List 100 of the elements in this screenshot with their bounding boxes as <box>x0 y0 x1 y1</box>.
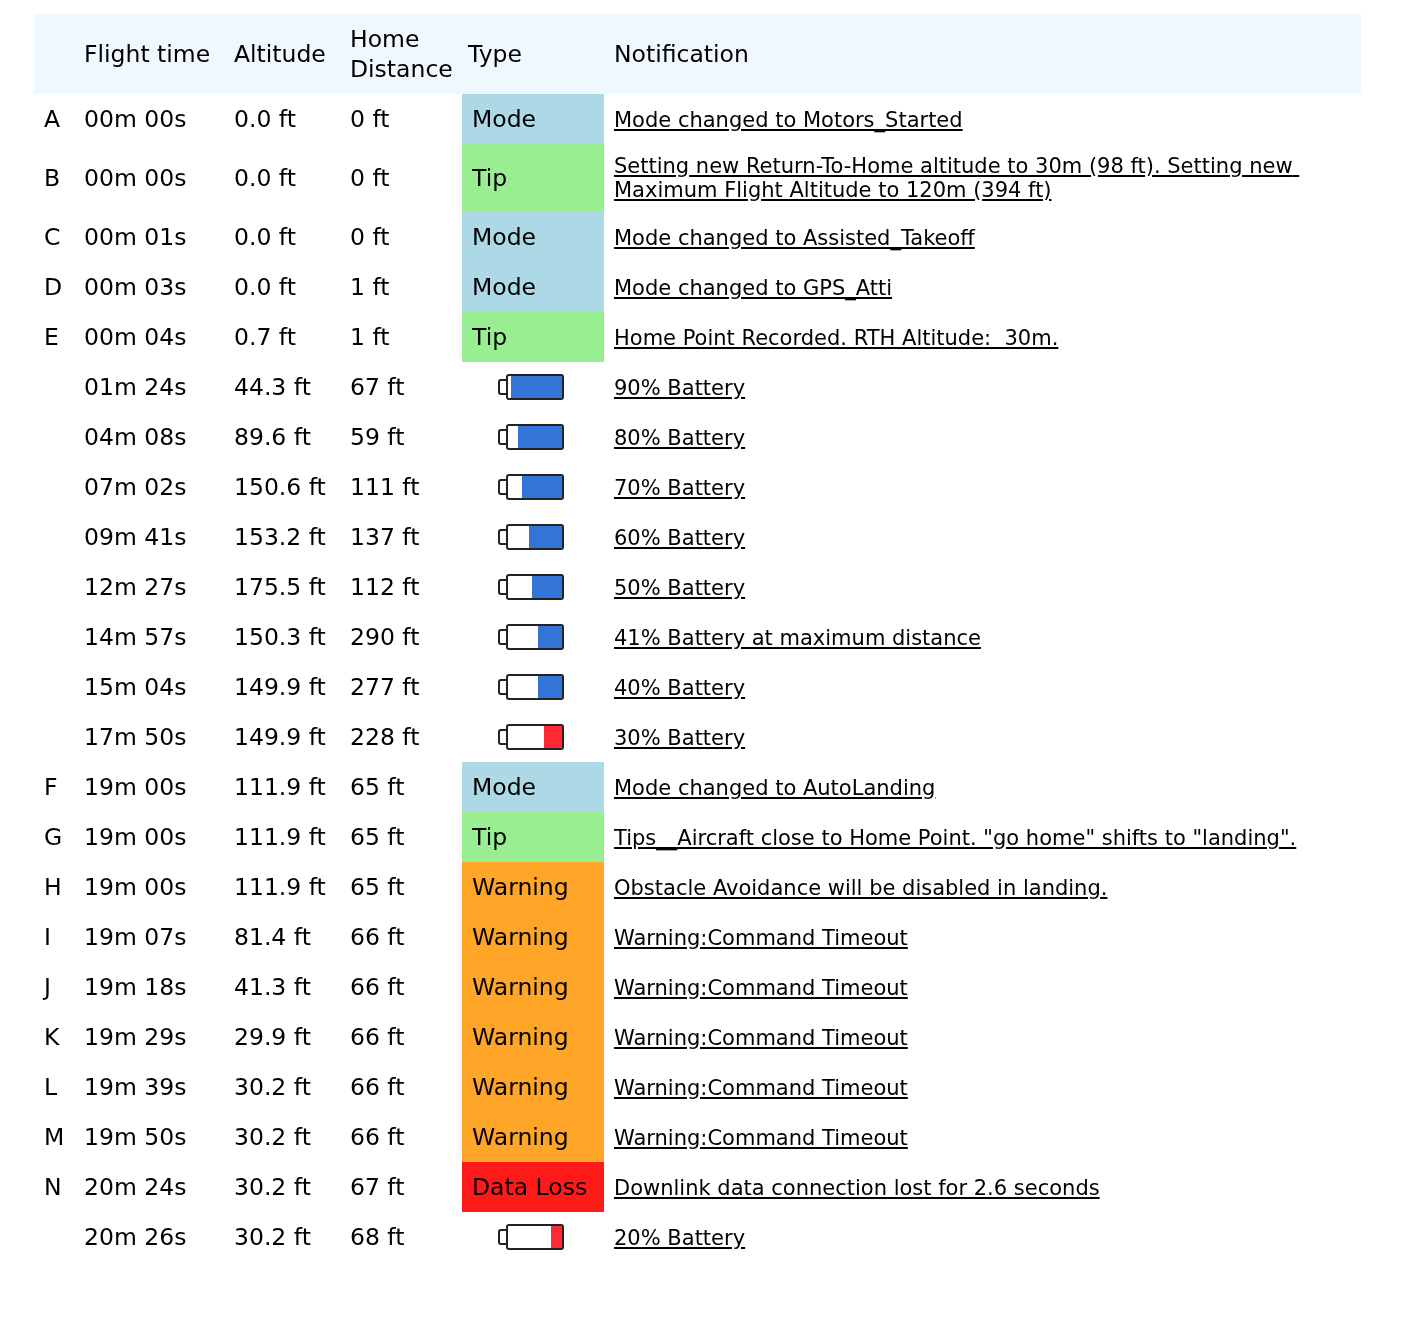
home-distance: 112 ft <box>350 573 420 601</box>
altitude: 89.6 ft <box>234 423 311 451</box>
flight-time: 19m 39s <box>84 1073 187 1101</box>
flight-time: 19m 00s <box>84 823 187 851</box>
flight-time: 00m 01s <box>84 223 187 251</box>
flight-time: 12m 27s <box>84 573 187 601</box>
type-label: Warning <box>462 1112 604 1162</box>
notification-link[interactable]: Warning:Command Timeout <box>614 926 908 950</box>
notification-link[interactable]: 50% Battery <box>614 576 746 600</box>
home-distance: 59 ft <box>350 423 405 451</box>
notification-link[interactable]: Downlink data connection lost for 2.6 seconds <box>614 1176 1100 1200</box>
notification-link[interactable]: Warning:Command Timeout <box>614 1026 908 1050</box>
row-marker: H <box>44 873 62 901</box>
home-distance: 68 ft <box>350 1223 405 1251</box>
notification-link[interactable]: 20% Battery <box>614 1226 746 1250</box>
notification-link[interactable]: Warning:Command Timeout <box>614 1126 908 1150</box>
home-distance: 65 ft <box>350 823 405 851</box>
notification-link[interactable]: 80% Battery <box>614 426 746 450</box>
notification-link[interactable]: Mode changed to Assisted_Takeoff <box>614 226 975 250</box>
altitude: 111.9 ft <box>234 823 326 851</box>
home-distance: 65 ft <box>350 773 405 801</box>
flight-time: 00m 04s <box>84 323 187 351</box>
home-distance: 66 ft <box>350 1073 405 1101</box>
flight-time: 19m 00s <box>84 773 187 801</box>
flight-time: 07m 02s <box>84 473 187 501</box>
flight-time: 20m 26s <box>84 1223 187 1251</box>
home-distance: 0 ft <box>350 164 390 192</box>
flight-time: 15m 04s <box>84 673 187 701</box>
row-marker: B <box>44 164 61 192</box>
altitude: 149.9 ft <box>234 673 326 701</box>
notification-link[interactable]: Warning:Command Timeout <box>614 976 908 1000</box>
altitude: 150.6 ft <box>234 473 326 501</box>
notification-link[interactable]: Obstacle Avoidance will be disabled in landing. <box>614 876 1108 900</box>
home-distance: 111 ft <box>350 473 420 501</box>
altitude: 0.0 ft <box>234 223 296 251</box>
notification-link[interactable]: Warning:Command Timeout <box>614 1076 908 1100</box>
notification-link[interactable]: 30% Battery <box>614 726 746 750</box>
altitude: 153.2 ft <box>234 523 326 551</box>
type-label: Mode <box>462 762 604 812</box>
type-label: Mode <box>462 262 604 312</box>
flight-time: 01m 24s <box>84 373 187 401</box>
altitude: 81.4 ft <box>234 923 311 951</box>
row-marker: N <box>44 1173 62 1201</box>
notification-link[interactable]: Mode changed to Motors_Started <box>614 108 963 132</box>
flight-time: 14m 57s <box>84 623 187 651</box>
row-marker: E <box>44 323 59 351</box>
row-marker: F <box>44 773 58 801</box>
battery-icon <box>498 474 564 500</box>
altitude: 111.9 ft <box>234 773 326 801</box>
type-label: Warning <box>462 1062 604 1112</box>
altitude: 30.2 ft <box>234 1073 311 1101</box>
flight-time: 17m 50s <box>84 723 187 751</box>
notification-link[interactable]: 90% Battery <box>614 376 746 400</box>
type-label: Warning <box>462 862 604 912</box>
home-distance: 65 ft <box>350 873 405 901</box>
altitude: 30.2 ft <box>234 1173 311 1201</box>
row-marker: L <box>44 1073 58 1101</box>
type-label: Tip <box>462 812 604 862</box>
notification-link[interactable]: Mode changed to GPS_Atti <box>614 276 892 300</box>
altitude: 0.0 ft <box>234 164 296 192</box>
type-label: Mode <box>462 212 604 262</box>
row-marker: K <box>44 1023 60 1051</box>
type-label: Warning <box>462 1012 604 1062</box>
row-marker: I <box>44 923 51 951</box>
notification-link[interactable]: Setting new Return-To-Home altitude to 30m (98 ft). Setting new Maximum Flight Altitude to 120m (394 ft) <box>614 153 1361 202</box>
type-label: Warning <box>462 962 604 1012</box>
notification-link[interactable]: 41% Battery at maximum distance <box>614 626 981 650</box>
home-distance: 67 ft <box>350 1173 405 1201</box>
home-distance: 66 ft <box>350 973 405 1001</box>
home-distance: 66 ft <box>350 1023 405 1051</box>
altitude: 175.5 ft <box>234 573 326 601</box>
battery-icon <box>498 424 564 450</box>
altitude: 0.0 ft <box>234 105 296 133</box>
altitude: 149.9 ft <box>234 723 326 751</box>
home-distance: 0 ft <box>350 223 390 251</box>
battery-icon <box>498 1224 564 1250</box>
home-distance: 277 ft <box>350 673 420 701</box>
battery-icon <box>498 624 564 650</box>
notification-link[interactable]: Home Point Recorded. RTH Altitude: 30m. <box>614 326 1059 350</box>
row-marker: A <box>44 105 61 133</box>
notification-link[interactable]: Mode changed to AutoLanding <box>614 776 936 800</box>
column-header: Notification <box>614 40 749 68</box>
altitude: 111.9 ft <box>234 873 326 901</box>
altitude: 30.2 ft <box>234 1223 311 1251</box>
flight-time: 19m 07s <box>84 923 187 951</box>
notification-link[interactable]: 60% Battery <box>614 526 746 550</box>
altitude: 29.9 ft <box>234 1023 311 1051</box>
notification-link[interactable]: Tips__Aircraft close to Home Point. "go home" shifts to "landing". <box>614 826 1297 850</box>
flight-time: 19m 29s <box>84 1023 187 1051</box>
altitude: 41.3 ft <box>234 973 311 1001</box>
type-label: Tip <box>462 144 604 212</box>
altitude: 0.0 ft <box>234 273 296 301</box>
notification-link[interactable]: 40% Battery <box>614 676 746 700</box>
notification-link[interactable]: 70% Battery <box>614 476 746 500</box>
home-distance: 1 ft <box>350 323 390 351</box>
type-label: Tip <box>462 312 604 362</box>
altitude: 30.2 ft <box>234 1123 311 1151</box>
row-marker: D <box>44 273 63 301</box>
battery-icon <box>498 374 564 400</box>
flight-time: 20m 24s <box>84 1173 187 1201</box>
